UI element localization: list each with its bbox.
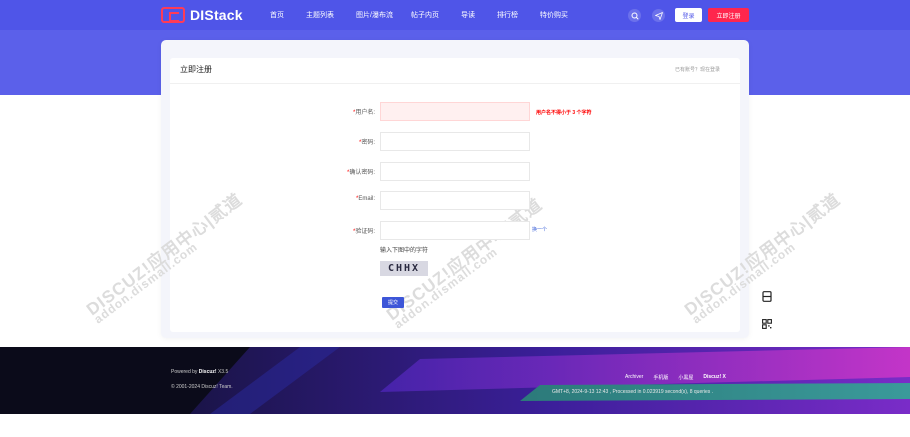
nav-item-image-waterfall[interactable]: 图片/瀑布流 <box>356 10 393 20</box>
send-icon <box>654 11 663 20</box>
main-nav: 首页 主题列表 图片/瀑布流 帖子内页 导读 排行榜 特价购买 <box>270 0 590 30</box>
captcha-text: CHHX <box>387 263 421 274</box>
footer-link-discuz[interactable]: Discuz! X <box>703 374 726 381</box>
logo-icon <box>161 7 185 23</box>
submit-button[interactable]: 提交 <box>382 297 404 308</box>
footer-powered-by: Powered by Discuz! X3.5 <box>171 369 229 375</box>
captcha-label: *验证码: <box>352 229 375 235</box>
search-icon <box>631 12 639 20</box>
captcha-hint: 输入下图中的字符 <box>380 248 429 254</box>
title-divider <box>170 83 740 84</box>
footer-link-mobile[interactable]: 手机版 <box>653 374 668 381</box>
username-input[interactable] <box>380 102 530 121</box>
password-input[interactable] <box>380 132 530 151</box>
email-label: *Email: <box>355 196 375 202</box>
login-button[interactable]: 登录 <box>675 8 702 22</box>
nav-item-ranking[interactable]: 排行榜 <box>497 10 518 20</box>
nav-item-thread-list[interactable]: 主题列表 <box>306 10 334 20</box>
side-tool-qrcode[interactable] <box>759 316 774 331</box>
footer <box>0 347 910 414</box>
nav-item-thread-page[interactable]: 帖子内页 <box>411 10 439 20</box>
login-link[interactable]: 已有账号？现在登录 <box>675 66 720 73</box>
logo-text: DIStack <box>190 7 243 23</box>
username-error: 用户名不得小于 3 个字符 <box>536 110 592 116</box>
username-label: *用户名: <box>352 110 375 116</box>
password-label: *密码: <box>358 140 375 146</box>
captcha-image[interactable]: CHHX <box>380 261 428 276</box>
search-button[interactable] <box>628 9 641 22</box>
footer-background <box>0 347 910 414</box>
confirm-password-label: *确认密码: <box>346 170 375 176</box>
footer-stats: GMT+8, 2024-9-13 12:43 , Processed in 0.… <box>552 389 714 395</box>
email-input[interactable] <box>380 191 530 210</box>
register-button[interactable]: 立即注册 <box>708 8 749 22</box>
footer-link-blacklist[interactable]: 小黑屋 <box>678 374 693 381</box>
nav-item-special-offer[interactable]: 特价购买 <box>540 10 568 20</box>
confirm-password-input[interactable] <box>380 162 530 181</box>
captcha-input[interactable] <box>380 221 530 240</box>
footer-copyright: © 2001-2024 Discuz! Team. <box>171 384 233 390</box>
captcha-refresh-link[interactable]: 换一个 <box>532 226 547 233</box>
page-icon <box>761 291 772 302</box>
send-button[interactable] <box>652 9 665 22</box>
nav-item-guide[interactable]: 导读 <box>461 10 475 20</box>
side-tool-page[interactable] <box>759 289 774 304</box>
site-logo[interactable]: DIStack <box>161 6 243 24</box>
page-title: 立即注册 <box>180 65 212 74</box>
footer-link-archiver[interactable]: Archiver <box>625 374 643 381</box>
footer-links: Archiver 手机版 小黑屋 Discuz! X <box>625 374 726 381</box>
qrcode-icon <box>761 318 772 329</box>
nav-item-home[interactable]: 首页 <box>270 10 284 20</box>
